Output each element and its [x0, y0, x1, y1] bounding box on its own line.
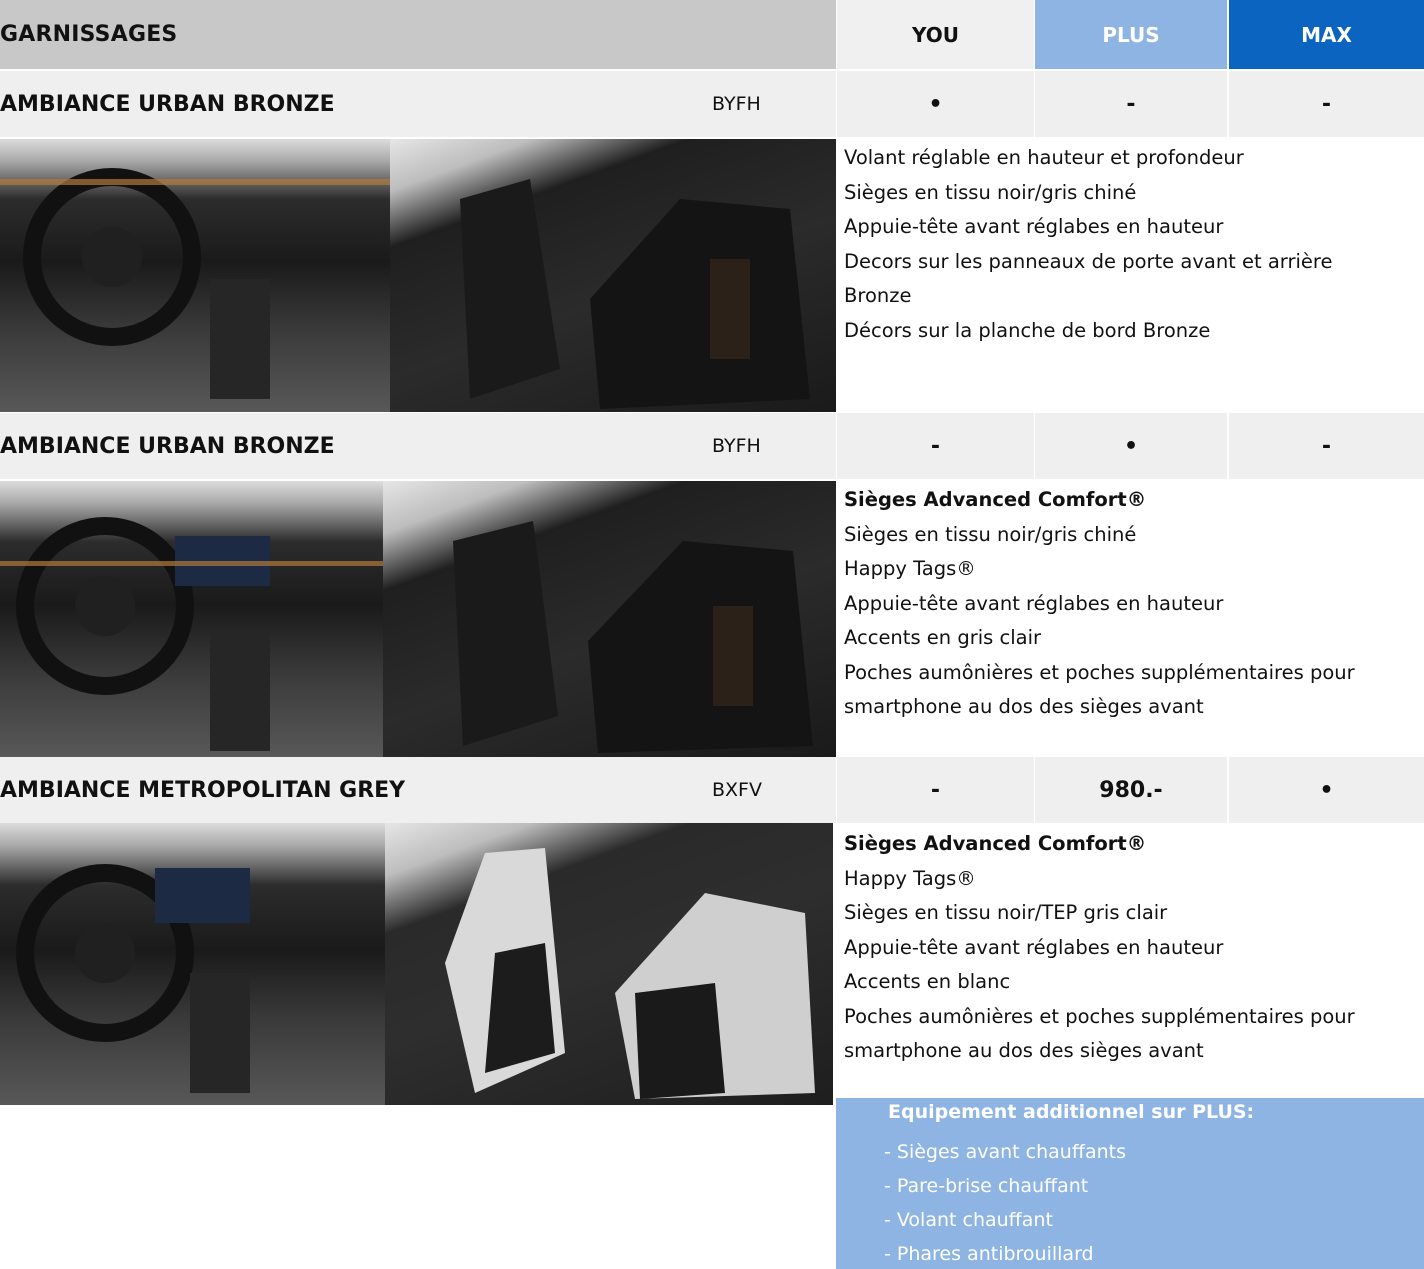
column-header-plus: PLUS — [1035, 0, 1227, 69]
value-you: • — [837, 71, 1034, 137]
seat-icon — [453, 521, 813, 753]
feature-item: Sièges en tissu noir/TEP gris clair — [844, 901, 1168, 924]
table-row: AMBIANCE URBAN BRONZE BYFH — [0, 71, 836, 137]
feature-item: Accents en gris clair — [844, 626, 1042, 649]
features-list-2: Sièges Advanced Comfort® Sièges en tissu… — [844, 483, 1414, 725]
ambiance-code: BYFH — [712, 93, 761, 115]
list-item: - Volant chauffant — [884, 1209, 1053, 1231]
value-max: - — [1229, 71, 1424, 137]
value-plus: 980.- — [1035, 757, 1227, 823]
feature-item: Bronze — [844, 284, 912, 307]
ambiance-name: AMBIANCE METROPOLITAN GREY — [0, 777, 406, 803]
feature-title: Sièges Advanced Comfort® — [844, 488, 1147, 511]
feature-item: Accents en blanc — [844, 970, 1011, 993]
additional-equipment-title: Equipement additionnel sur PLUS: — [888, 1101, 1255, 1123]
ambiance-name: AMBIANCE URBAN BRONZE — [0, 91, 335, 117]
table-header-title-cell: GARNISSAGES — [0, 0, 836, 69]
seats-photo — [383, 481, 836, 757]
dashboard-photo — [0, 823, 385, 1105]
feature-item: Sièges en tissu noir/gris chiné — [844, 522, 1137, 546]
list-item: - Sièges avant chauffants — [884, 1141, 1126, 1163]
features-list-1: Volant réglable en hauteur et profondeur… — [844, 141, 1414, 348]
feature-item: Appuie-tête avant réglabes en hauteur — [844, 591, 1224, 615]
feature-item: Poches aumônières et poches supplémentai… — [844, 1004, 1355, 1028]
table-row: AMBIANCE METROPOLITAN GREY BXFV — [0, 757, 836, 823]
table-row: AMBIANCE URBAN BRONZE BYFH — [0, 413, 836, 479]
feature-item: Sièges en tissu noir/gris chiné — [844, 180, 1137, 204]
steering-wheel-icon — [0, 517, 383, 751]
feature-item: Poches aumônières et poches supplémentai… — [844, 660, 1355, 684]
feature-item: Volant réglable en hauteur et profondeur — [844, 146, 1244, 169]
dashboard-photo — [0, 139, 390, 412]
value-plus: • — [1035, 413, 1227, 479]
ambiance-name: AMBIANCE URBAN BRONZE — [0, 433, 335, 459]
additional-equipment-list: - Sièges avant chauffants - Pare-brise c… — [884, 1135, 1126, 1269]
column-header-you: YOU — [837, 0, 1034, 69]
table-header-title: GARNISSAGES — [0, 22, 178, 47]
feature-item: Décors sur la planche de bord Bronze — [844, 318, 1211, 342]
feature-item: smartphone au dos des sièges avant — [844, 1039, 1204, 1062]
value-you: - — [837, 413, 1034, 479]
feature-item: Decors sur les panneaux de porte avant e… — [844, 249, 1333, 273]
list-item: - Pare-brise chauffant — [884, 1175, 1089, 1197]
steering-wheel-icon — [0, 168, 390, 399]
value-max: - — [1229, 413, 1424, 479]
dashboard-photo — [0, 481, 383, 757]
list-item: - Phares antibrouillard — [884, 1243, 1094, 1265]
value-plus: - — [1035, 71, 1227, 137]
column-header-max: MAX — [1229, 0, 1424, 69]
feature-item: Happy Tags® — [844, 557, 976, 580]
seat-icon — [460, 179, 810, 409]
feature-item: Happy Tags® — [844, 866, 976, 890]
feature-item: Appuie-tête avant réglabes en hauteur — [844, 935, 1224, 959]
ambiance-code: BYFH — [712, 435, 761, 457]
seat-icon — [445, 848, 815, 1099]
ambiance-code: BXFV — [712, 779, 762, 801]
value-you: - — [837, 757, 1034, 823]
seats-photo — [390, 139, 836, 412]
seats-photo — [385, 823, 833, 1105]
value-max: • — [1229, 757, 1424, 823]
steering-wheel-icon — [16, 864, 250, 1093]
feature-item: Appuie-tête avant réglabes en hauteur — [844, 215, 1224, 238]
features-list-3: Sièges Advanced Comfort® Happy Tags® Siè… — [844, 827, 1414, 1069]
feature-title: Sièges Advanced Comfort® — [844, 832, 1147, 855]
feature-item: smartphone au dos des sièges avant — [844, 695, 1204, 718]
